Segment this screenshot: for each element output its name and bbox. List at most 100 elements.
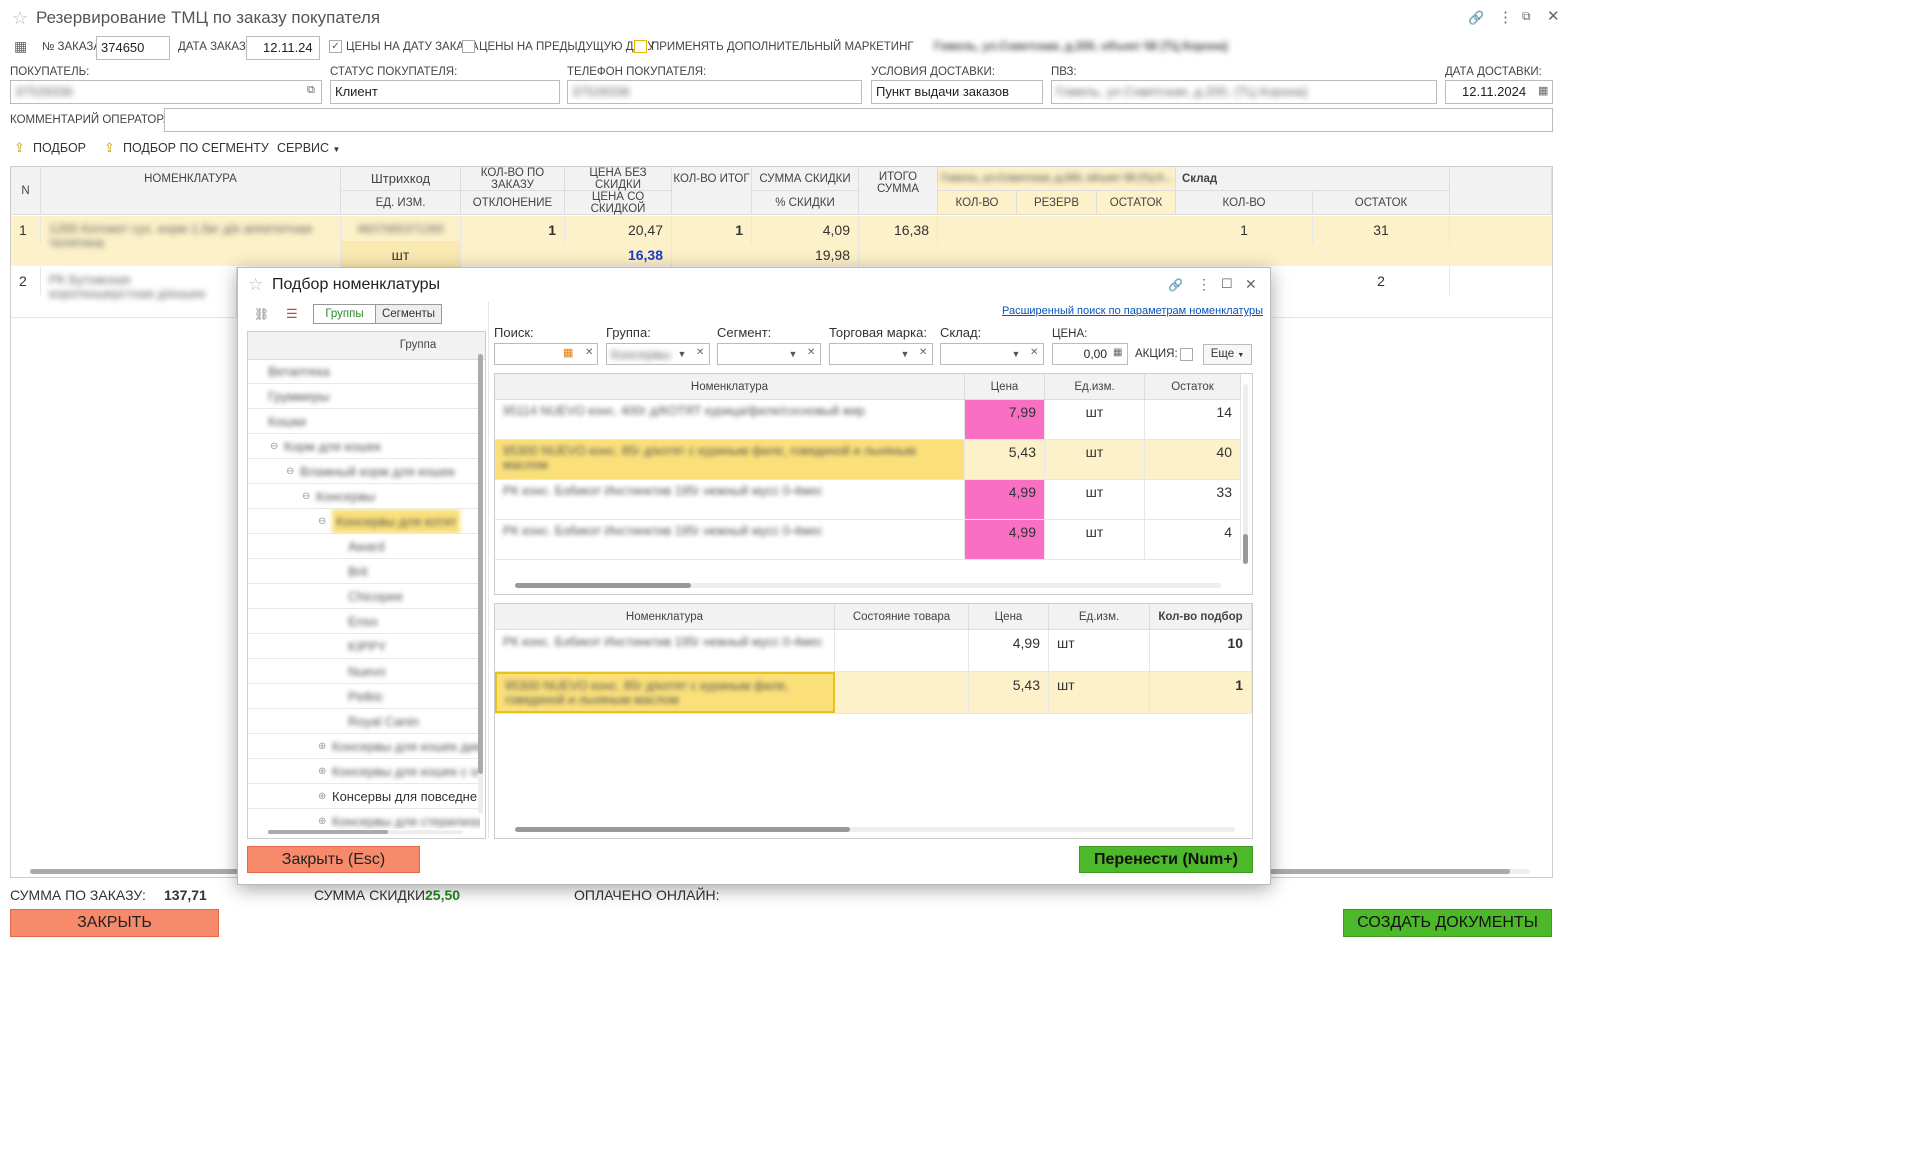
product-row[interactable]: РК конс. Бэбикэт Инстинктив 195г нежный …	[495, 480, 1241, 520]
selected-hscrollbar[interactable]	[515, 827, 1235, 832]
group-select[interactable]: Консервы	[606, 343, 710, 365]
search-options-icon[interactable]: ▦	[563, 346, 573, 359]
search-input[interactable]	[494, 343, 598, 365]
row-barcode[interactable]: 4607065371265	[341, 216, 461, 242]
marketing-checkbox[interactable]	[634, 40, 647, 53]
segment-select[interactable]	[717, 343, 821, 365]
group-tree-item[interactable]: Royal Canin	[248, 709, 480, 734]
close-icon[interactable]: ✕	[1547, 7, 1560, 25]
expand-icon[interactable]: ⊕	[318, 784, 326, 808]
selected-col-unit[interactable]: Ед.изм.	[1049, 604, 1150, 630]
brand-select[interactable]	[829, 343, 933, 365]
service-menu[interactable]: СЕРВИС ▼	[277, 141, 340, 155]
col-qty-total[interactable]: КОЛ-ВО ИТОГ	[672, 167, 752, 215]
col-n[interactable]: N	[11, 167, 41, 215]
order-date-input[interactable]: 12.11.24	[246, 36, 320, 60]
group-tree-item[interactable]: ⊖ Консервы	[248, 484, 480, 509]
selected-qty[interactable]: 1	[1150, 672, 1252, 713]
groups-vscrollbar[interactable]	[478, 354, 483, 814]
pick-button[interactable]: ПОДБОР	[33, 141, 86, 155]
brand-clear-icon[interactable]: ✕	[919, 347, 927, 358]
more-icon[interactable]: ⋮	[1498, 8, 1513, 26]
row-qty-order[interactable]: 1	[461, 216, 565, 244]
create-documents-button[interactable]: СОЗДАТЬ ДОКУМЕНТЫ	[1343, 909, 1552, 937]
store-clear-icon[interactable]: ✕	[1030, 347, 1038, 358]
group-tree-item[interactable]: KIPPY	[248, 634, 480, 659]
selected-col-name[interactable]: Номенклатура	[495, 604, 835, 630]
group-clear-icon[interactable]: ✕	[696, 347, 704, 358]
group-tree-item[interactable]: Petkic	[248, 684, 480, 709]
group-tree-item[interactable]: Кошки	[248, 409, 480, 434]
group-tree-item[interactable]: ⊕ Консервы для кошек диетические	[248, 734, 480, 759]
store-select[interactable]	[940, 343, 1044, 365]
col-wh-rest[interactable]: ОСТАТОК	[1313, 191, 1450, 215]
calendar-icon[interactable]: ▦	[1538, 84, 1548, 97]
store-dropdown-icon[interactable]: ▼	[1009, 343, 1023, 365]
col-store-reserve[interactable]: РЕЗЕРВ	[1017, 191, 1097, 215]
group-tree-item[interactable]: Chicopee	[248, 584, 480, 609]
open-icon[interactable]: ⧉	[307, 84, 315, 97]
selected-col-qty[interactable]: Кол-во подбор	[1150, 604, 1252, 630]
hierarchy-icon[interactable]: ⛓	[254, 307, 269, 321]
collapse-icon[interactable]: ⊖	[270, 434, 278, 458]
dialog-close-button[interactable]: Закрыть (Esc)	[247, 846, 420, 873]
group-tree-item[interactable]: ⊕ Консервы для повседневного кормления	[248, 784, 480, 809]
selected-col-price[interactable]: Цена	[969, 604, 1049, 630]
expand-icon[interactable]: ⊕	[318, 809, 326, 829]
dialog-maximize-icon[interactable]: ☐	[1221, 276, 1233, 292]
products-hscrollbar[interactable]	[515, 583, 1221, 588]
group-tree-item[interactable]: ⊕ Консервы для кошек с особыми потребност…	[248, 759, 480, 784]
group-tree-item[interactable]: Nuevo	[248, 659, 480, 684]
buyer-input[interactable]: 37529336	[10, 80, 322, 104]
col-total-sum[interactable]: ИТОГО СУММА	[859, 167, 938, 215]
segment-dropdown-icon[interactable]: ▼	[786, 343, 800, 365]
group-tree-item[interactable]: ⊖ Влажный корм для кошек	[248, 459, 480, 484]
dialog-star-icon[interactable]: ☆	[248, 275, 263, 295]
extended-search-link[interactable]: Расширенный поиск по параметрам номенкла…	[1002, 305, 1263, 317]
col-store-group[interactable]: Гомель, ул.Советская, д.200, объект 58 (…	[938, 167, 1176, 191]
group-tree-item[interactable]: ⊕ Консервы для стерилизованных	[248, 809, 480, 829]
pick-segment-icon[interactable]: ⇪	[104, 140, 115, 156]
col-nomenclature[interactable]: НОМЕНКЛАТУРА	[41, 167, 341, 215]
product-row[interactable]: 95300 NUEVO конс. 85г д/котят с куриным …	[495, 440, 1241, 480]
prices-on-date-checkbox[interactable]: ✓	[329, 40, 342, 53]
list-icon[interactable]: ☰	[286, 306, 298, 322]
col-store-qty[interactable]: КОЛ-ВО	[938, 191, 1017, 215]
more-button[interactable]: Еще ▼	[1203, 344, 1252, 365]
col-disc-pct[interactable]: % СКИДКИ	[752, 191, 859, 215]
pvz-input[interactable]: Гомель, ул.Советская, д.200, (ТЦ Корона)	[1051, 80, 1437, 104]
order-number-input[interactable]: 374650	[96, 36, 170, 60]
delivery-input[interactable]: Пункт выдачи заказов	[871, 80, 1043, 104]
col-unit[interactable]: ЕД. ИЗМ.	[341, 191, 461, 215]
product-row[interactable]: РК конс. Бэбикэт Инстинктив 195г нежный …	[495, 520, 1241, 560]
row-unit[interactable]: шт	[341, 241, 461, 269]
group-dropdown-icon[interactable]: ▼	[675, 343, 689, 365]
col-wh-qty[interactable]: КОЛ-ВО	[1176, 191, 1313, 215]
expand-icon[interactable]: ⊕	[318, 759, 326, 783]
transfer-button[interactable]: Перенести (Num+)	[1079, 846, 1253, 873]
products-col-rest[interactable]: Остаток	[1145, 374, 1241, 400]
dialog-close-icon[interactable]: ✕	[1245, 276, 1257, 293]
col-deviation[interactable]: ОТКЛОНЕНИЕ	[461, 191, 565, 215]
group-tree-item[interactable]: Enso	[248, 609, 480, 634]
group-tree-item[interactable]: Ветаптека	[248, 359, 480, 384]
col-store-rest[interactable]: ОСТАТОК	[1097, 191, 1176, 215]
pick-icon[interactable]: ⇪	[14, 140, 25, 156]
group-tree-item[interactable]: Award	[248, 534, 480, 559]
restore-icon[interactable]: ⧉	[1522, 9, 1531, 24]
col-qty-order[interactable]: КОЛ-ВО ПО ЗАКАЗУ	[461, 167, 565, 191]
products-col-unit[interactable]: Ед.изм.	[1045, 374, 1145, 400]
calculator-icon[interactable]: ▦	[14, 38, 27, 55]
col-warehouse[interactable]: Склад	[1176, 167, 1450, 191]
star-icon[interactable]: ☆	[12, 8, 28, 29]
col-disc-sum[interactable]: СУММА СКИДКИ	[752, 167, 859, 191]
row-name[interactable]: РК Бутовская короткошерстная д/кошек	[41, 267, 237, 317]
product-row[interactable]: 95114 NUEVO конс. 400г д/КОТЯТ курица/фи…	[495, 400, 1241, 440]
collapse-icon[interactable]: ⊖	[286, 459, 294, 483]
group-tree-item[interactable]: Груммеры	[248, 384, 480, 409]
col-barcode[interactable]: Штрихкод	[341, 167, 461, 191]
delivery-date-input[interactable]: 12.11.2024	[1445, 80, 1553, 104]
expand-icon[interactable]: ⊕	[318, 734, 326, 758]
dialog-more-icon[interactable]: ⋮	[1197, 276, 1211, 293]
tab-groups[interactable]: Группы	[313, 304, 376, 324]
